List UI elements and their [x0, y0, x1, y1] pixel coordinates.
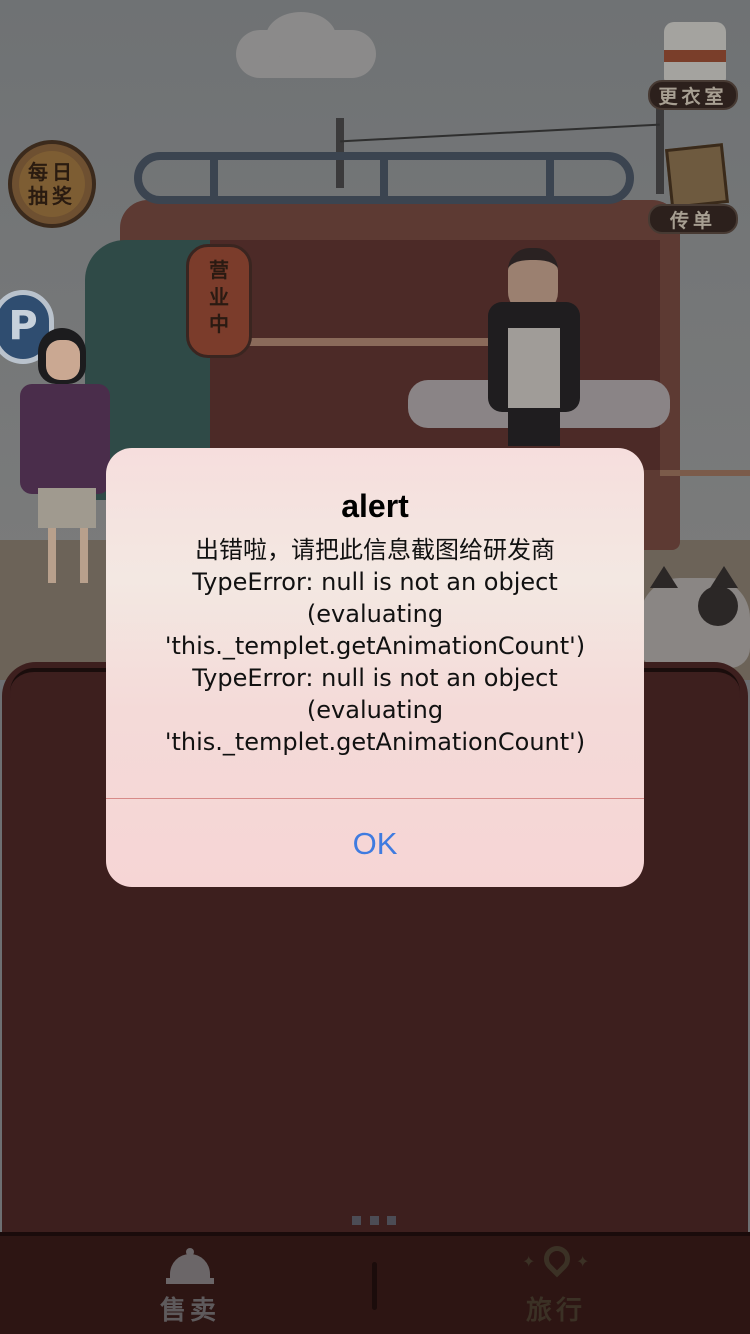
- daily-lottery-label: 抽奖: [28, 184, 76, 208]
- alert-divider: [106, 798, 644, 799]
- rack-bar: [210, 160, 218, 200]
- daily-lottery-label: 每日: [28, 160, 76, 184]
- girl-legs: [48, 528, 88, 583]
- tab-sell-label: 售卖: [159, 1296, 220, 1326]
- girl-jacket: [20, 384, 110, 494]
- tshirt-icon: [664, 22, 726, 84]
- flyer-button[interactable]: 传单: [648, 143, 740, 234]
- alert-message-line: (evaluating: [306, 696, 444, 724]
- tab-travel[interactable]: ✦ ✦ 旅行: [476, 1240, 636, 1330]
- flyer-label: 传单: [648, 204, 738, 234]
- cat-ear: [710, 566, 738, 588]
- awning-rod: [240, 338, 500, 346]
- ok-button[interactable]: OK: [106, 800, 644, 887]
- alert-message-line: 出错啦，请把此信息截图给研发商: [195, 536, 555, 564]
- cloud: [236, 12, 376, 78]
- service-bell-icon: [166, 1248, 214, 1288]
- alert-message-line: 'this._templet.getAnimationCount'): [164, 728, 586, 756]
- alert-message-line: TypeError: null is not an object: [192, 568, 558, 596]
- daily-lottery-badge: 每日 抽奖: [19, 151, 85, 217]
- cat-patch: [698, 586, 738, 626]
- lantern-char: 中: [209, 312, 229, 336]
- cat-ear: [650, 566, 678, 588]
- chef-apron: [508, 328, 560, 408]
- tab-divider: [372, 1262, 377, 1310]
- lantern-char: 营: [209, 258, 229, 282]
- more-dots-icon[interactable]: [352, 1216, 396, 1226]
- wardrobe-label: 更衣室: [648, 80, 738, 110]
- wardrobe-button[interactable]: 更衣室: [648, 22, 740, 110]
- cat-character[interactable]: [640, 566, 750, 668]
- chef-legs: [508, 408, 560, 446]
- character-girl[interactable]: [20, 328, 115, 588]
- flyer-icon: [665, 143, 729, 209]
- girl-face: [46, 340, 80, 380]
- alert-message-line: 'this._templet.getAnimationCount'): [164, 632, 586, 660]
- tab-travel-label: 旅行: [525, 1296, 586, 1326]
- travel-pin-icon: ✦ ✦: [522, 1240, 589, 1290]
- rack-bar: [546, 160, 554, 200]
- truck-wall: [210, 240, 660, 470]
- tab-sell[interactable]: 售卖: [110, 1244, 270, 1330]
- daily-lottery-button[interactable]: 每日 抽奖: [8, 140, 96, 228]
- character-chef[interactable]: [488, 248, 580, 448]
- alert-message: 出错啦，请把此信息截图给研发商 TypeError: null is not a…: [150, 534, 600, 758]
- alert-message-line: (evaluating: [306, 600, 444, 628]
- lantern-char: 业: [209, 285, 229, 309]
- rack-bar: [380, 160, 388, 200]
- open-lantern: 营 业 中: [186, 244, 252, 358]
- alert-title: alert: [341, 488, 409, 524]
- alert-message-line: TypeError: null is not an object: [192, 664, 558, 692]
